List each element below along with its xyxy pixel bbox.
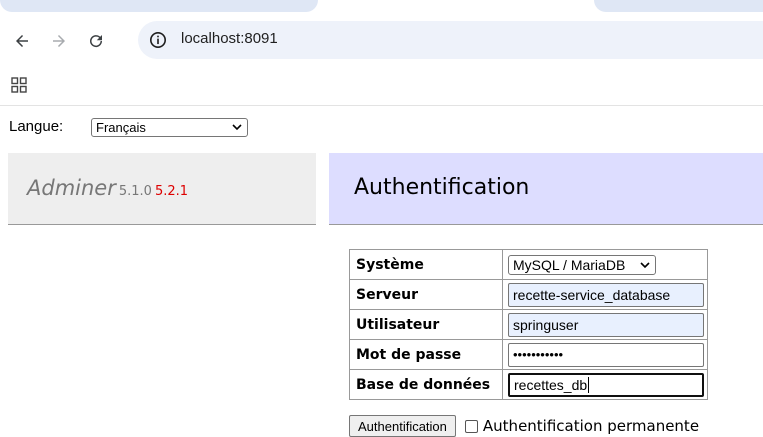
address-bar[interactable]: localhost:8091 [138,21,763,59]
apps-grid-icon[interactable] [11,77,27,93]
system-value: MySQL / MariaDB [513,256,626,273]
login-form-table: Système MySQL / MariaDB Serveur recette-… [349,249,708,400]
language-label: Langue: [9,118,64,135]
database-label: Base de données [349,369,503,400]
adminer-version: 5.1.0 [118,184,152,199]
table-row: Mot de passe ••••••••••• [349,339,708,370]
info-icon[interactable] [149,31,167,49]
adminer-new-version-link[interactable]: 5.2.1 [155,184,188,199]
adminer-header: Adminer 5.1.0 5.2.1 [8,153,316,225]
login-button[interactable]: Authentification [349,415,456,437]
reload-icon[interactable] [84,29,108,53]
database-input[interactable]: recettes_db [508,372,704,397]
browser-tab[interactable] [0,0,318,12]
url-text[interactable]: localhost:8091 [181,30,278,47]
table-row: Base de données recettes_db [349,369,708,400]
tab-strip [0,0,763,14]
server-input[interactable]: recette-service_database [508,282,704,307]
page-title: Authentification [354,175,530,200]
back-arrow-icon[interactable] [10,29,34,53]
forward-arrow-icon[interactable] [47,29,71,53]
table-row: Système MySQL / MariaDB [349,249,708,280]
browser-tab[interactable] [594,0,763,12]
username-label: Utilisateur [349,309,503,340]
permanent-login-label[interactable]: Authentification permanente [483,417,699,435]
system-label: Système [349,249,503,280]
table-row: Serveur recette-service_database [349,279,708,310]
chevron-down-icon [232,124,242,131]
content-header: Authentification [329,153,763,225]
username-input[interactable]: springuser [508,312,704,337]
table-row: Utilisateur springuser [349,309,708,340]
bookmarks-bar [0,66,763,106]
form-actions: Authentification Authentification perman… [349,415,699,437]
permanent-login-checkbox[interactable] [464,419,478,433]
chevron-down-icon [640,261,650,268]
password-input[interactable]: ••••••••••• [508,342,704,367]
password-label: Mot de passe [349,339,503,370]
language-selected-value: Français [96,120,146,135]
system-select[interactable]: MySQL / MariaDB [508,254,656,275]
browser-toolbar: localhost:8091 [0,20,763,60]
language-select[interactable]: Français [91,118,248,137]
password-mask: ••••••••••• [513,347,564,362]
database-value: recettes_db [514,376,588,393]
text-cursor [588,376,590,393]
adminer-logo[interactable]: Adminer 5.1.0 5.2.1 [27,176,188,200]
server-label: Serveur [349,279,503,310]
adminer-name[interactable]: Adminer [27,176,116,200]
